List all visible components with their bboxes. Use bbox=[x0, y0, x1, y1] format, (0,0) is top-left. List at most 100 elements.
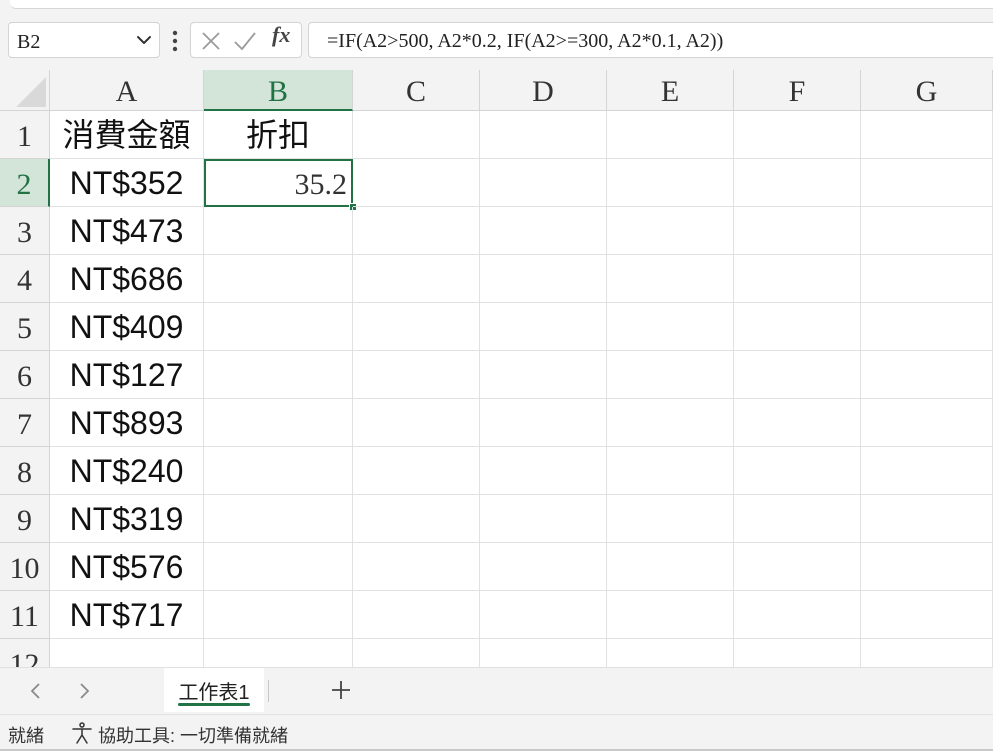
cell-b7[interactable] bbox=[204, 399, 353, 447]
cell-e4[interactable] bbox=[607, 255, 734, 303]
cell-d7[interactable] bbox=[480, 399, 607, 447]
cell-b5[interactable] bbox=[204, 303, 353, 351]
cell-f1[interactable] bbox=[734, 111, 861, 159]
row-header-6[interactable]: 6 bbox=[0, 351, 50, 399]
row-header-4[interactable]: 4 bbox=[0, 255, 50, 303]
row-header-1[interactable]: 1 bbox=[0, 111, 50, 159]
cell-g4[interactable] bbox=[861, 255, 993, 303]
column-header-a[interactable]: A bbox=[50, 70, 204, 111]
cell-e11[interactable] bbox=[607, 591, 734, 639]
cell-b1[interactable]: 折扣 bbox=[204, 111, 353, 159]
cell-b9[interactable] bbox=[204, 495, 353, 543]
cell-d1[interactable] bbox=[480, 111, 607, 159]
cell-g9[interactable] bbox=[861, 495, 993, 543]
cell-c12[interactable] bbox=[353, 639, 480, 667]
column-header-d[interactable]: D bbox=[480, 70, 607, 111]
cell-e7[interactable] bbox=[607, 399, 734, 447]
cell-f5[interactable] bbox=[734, 303, 861, 351]
formula-input[interactable]: =IF(A2>500, A2*0.2, IF(A2>=300, A2*0.1, … bbox=[308, 22, 993, 58]
more-options-icon[interactable] bbox=[168, 28, 182, 54]
cell-b8[interactable] bbox=[204, 447, 353, 495]
cell-a10[interactable]: NT$576 bbox=[50, 543, 204, 591]
cell-e8[interactable] bbox=[607, 447, 734, 495]
cell-a6[interactable]: NT$127 bbox=[50, 351, 204, 399]
cell-a4[interactable]: NT$686 bbox=[50, 255, 204, 303]
cell-e5[interactable] bbox=[607, 303, 734, 351]
cell-d8[interactable] bbox=[480, 447, 607, 495]
cell-e2[interactable] bbox=[607, 159, 734, 207]
accessibility-status[interactable]: 協助工具: 一切準備就緒 bbox=[98, 722, 288, 748]
cell-d10[interactable] bbox=[480, 543, 607, 591]
row-header-3[interactable]: 3 bbox=[0, 207, 50, 255]
cell-d3[interactable] bbox=[480, 207, 607, 255]
cell-c7[interactable] bbox=[353, 399, 480, 447]
cell-g8[interactable] bbox=[861, 447, 993, 495]
cell-g11[interactable] bbox=[861, 591, 993, 639]
cancel-icon[interactable] bbox=[199, 29, 223, 53]
row-header-11[interactable]: 11 bbox=[0, 591, 50, 639]
row-header-7[interactable]: 7 bbox=[0, 399, 50, 447]
insert-function-icon[interactable]: fx bbox=[272, 22, 290, 48]
cell-d6[interactable] bbox=[480, 351, 607, 399]
cell-c5[interactable] bbox=[353, 303, 480, 351]
cell-f6[interactable] bbox=[734, 351, 861, 399]
cell-a9[interactable]: NT$319 bbox=[50, 495, 204, 543]
cell-f10[interactable] bbox=[734, 543, 861, 591]
cell-d11[interactable] bbox=[480, 591, 607, 639]
name-box[interactable]: B2 bbox=[8, 22, 160, 58]
cell-f9[interactable] bbox=[734, 495, 861, 543]
cell-a8[interactable]: NT$240 bbox=[50, 447, 204, 495]
row-header-9[interactable]: 9 bbox=[0, 495, 50, 543]
cell-b6[interactable] bbox=[204, 351, 353, 399]
cell-g1[interactable] bbox=[861, 111, 993, 159]
cell-e3[interactable] bbox=[607, 207, 734, 255]
cell-d9[interactable] bbox=[480, 495, 607, 543]
cell-b2[interactable]: 35.2 bbox=[204, 159, 353, 207]
row-header-5[interactable]: 5 bbox=[0, 303, 50, 351]
accessibility-icon[interactable] bbox=[70, 721, 94, 745]
cell-a3[interactable]: NT$473 bbox=[50, 207, 204, 255]
cell-b3[interactable] bbox=[204, 207, 353, 255]
cell-c2[interactable] bbox=[353, 159, 480, 207]
column-header-b[interactable]: B bbox=[204, 70, 353, 111]
cell-e9[interactable] bbox=[607, 495, 734, 543]
cell-a7[interactable]: NT$893 bbox=[50, 399, 204, 447]
cell-b11[interactable] bbox=[204, 591, 353, 639]
select-all-button[interactable] bbox=[0, 70, 50, 111]
add-sheet-button[interactable] bbox=[330, 679, 352, 701]
chevron-down-icon[interactable] bbox=[135, 31, 153, 49]
cell-g5[interactable] bbox=[861, 303, 993, 351]
cell-e6[interactable] bbox=[607, 351, 734, 399]
cell-e1[interactable] bbox=[607, 111, 734, 159]
row-header-10[interactable]: 10 bbox=[0, 543, 50, 591]
cell-g10[interactable] bbox=[861, 543, 993, 591]
chevron-left-icon[interactable] bbox=[26, 680, 46, 702]
column-header-c[interactable]: C bbox=[353, 70, 480, 111]
cell-c3[interactable] bbox=[353, 207, 480, 255]
cell-d5[interactable] bbox=[480, 303, 607, 351]
column-header-e[interactable]: E bbox=[607, 70, 734, 111]
cell-d4[interactable] bbox=[480, 255, 607, 303]
cell-c1[interactable] bbox=[353, 111, 480, 159]
cell-c9[interactable] bbox=[353, 495, 480, 543]
cell-e10[interactable] bbox=[607, 543, 734, 591]
cell-f7[interactable] bbox=[734, 399, 861, 447]
cell-g2[interactable] bbox=[861, 159, 993, 207]
cell-b12[interactable] bbox=[204, 639, 353, 667]
cell-c4[interactable] bbox=[353, 255, 480, 303]
cell-a1[interactable]: 消費金額 bbox=[50, 111, 204, 159]
sheet-tab-active[interactable]: 工作表1 bbox=[164, 668, 264, 712]
cell-g12[interactable] bbox=[861, 639, 993, 667]
column-header-f[interactable]: F bbox=[734, 70, 861, 111]
cell-d12[interactable] bbox=[480, 639, 607, 667]
cell-g7[interactable] bbox=[861, 399, 993, 447]
cell-a2[interactable]: NT$352 bbox=[50, 159, 204, 207]
cell-b4[interactable] bbox=[204, 255, 353, 303]
cell-f8[interactable] bbox=[734, 447, 861, 495]
chevron-right-icon[interactable] bbox=[74, 680, 94, 702]
cell-e12[interactable] bbox=[607, 639, 734, 667]
cell-f11[interactable] bbox=[734, 591, 861, 639]
row-header-2[interactable]: 2 bbox=[0, 159, 50, 207]
cell-c8[interactable] bbox=[353, 447, 480, 495]
cell-g3[interactable] bbox=[861, 207, 993, 255]
